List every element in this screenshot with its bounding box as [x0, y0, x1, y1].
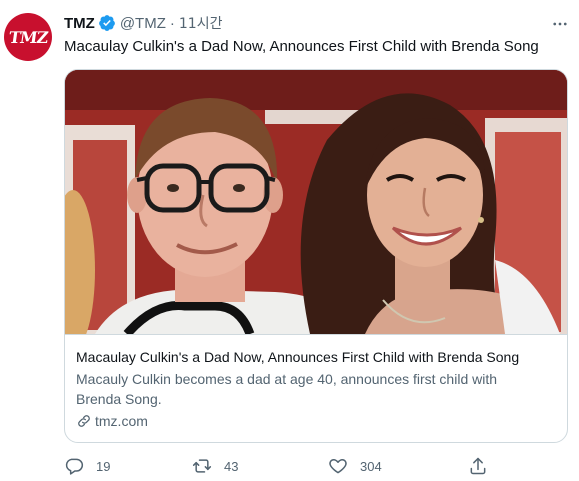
reply-icon	[64, 456, 84, 476]
tweet: TMZ TMZ @TMZ · 11시간 Macaulay Culkin's a …	[0, 0, 579, 481]
card-description: Macauly Culkin becomes a dad at age 40, …	[76, 371, 498, 407]
tweet-header: TMZ @TMZ · 11시간	[64, 12, 222, 34]
card-title: Macaulay Culkin's a Dad Now, Announces F…	[76, 349, 520, 365]
avatar[interactable]: TMZ	[4, 13, 52, 61]
link-card[interactable]: Macaulay Culkin's a Dad Now, Announces F…	[64, 69, 568, 443]
link-icon	[76, 413, 92, 429]
retweet-count: 43	[224, 458, 239, 474]
like-button[interactable]: 304	[328, 452, 382, 480]
heart-icon	[328, 456, 348, 476]
reply-count: 19	[96, 458, 111, 474]
card-body: Macaulay Culkin's a Dad Now, Announces F…	[65, 334, 567, 442]
verified-icon	[98, 14, 116, 32]
author-name[interactable]: TMZ	[64, 15, 95, 32]
card-domain-row: tmz.com	[76, 411, 556, 431]
like-count: 304	[360, 458, 382, 474]
tweet-timestamp[interactable]: 11시간	[179, 13, 223, 33]
header-separator: ·	[169, 14, 175, 32]
more-icon	[553, 22, 567, 26]
card-domain: tmz.com	[95, 413, 148, 429]
card-image[interactable]	[65, 70, 567, 334]
retweet-button[interactable]: 43	[192, 452, 238, 480]
retweet-icon	[192, 456, 212, 476]
reply-button[interactable]: 19	[64, 452, 110, 480]
tweet-text: Macaulay Culkin's a Dad Now, Announces F…	[64, 38, 539, 55]
share-button[interactable]	[468, 452, 488, 480]
tweet-actions: 19 43 304	[60, 452, 500, 480]
more-options-button[interactable]	[548, 12, 572, 36]
author-handle[interactable]: @TMZ	[120, 15, 166, 32]
tmz-logo: TMZ	[7, 27, 49, 47]
share-icon	[468, 456, 488, 476]
